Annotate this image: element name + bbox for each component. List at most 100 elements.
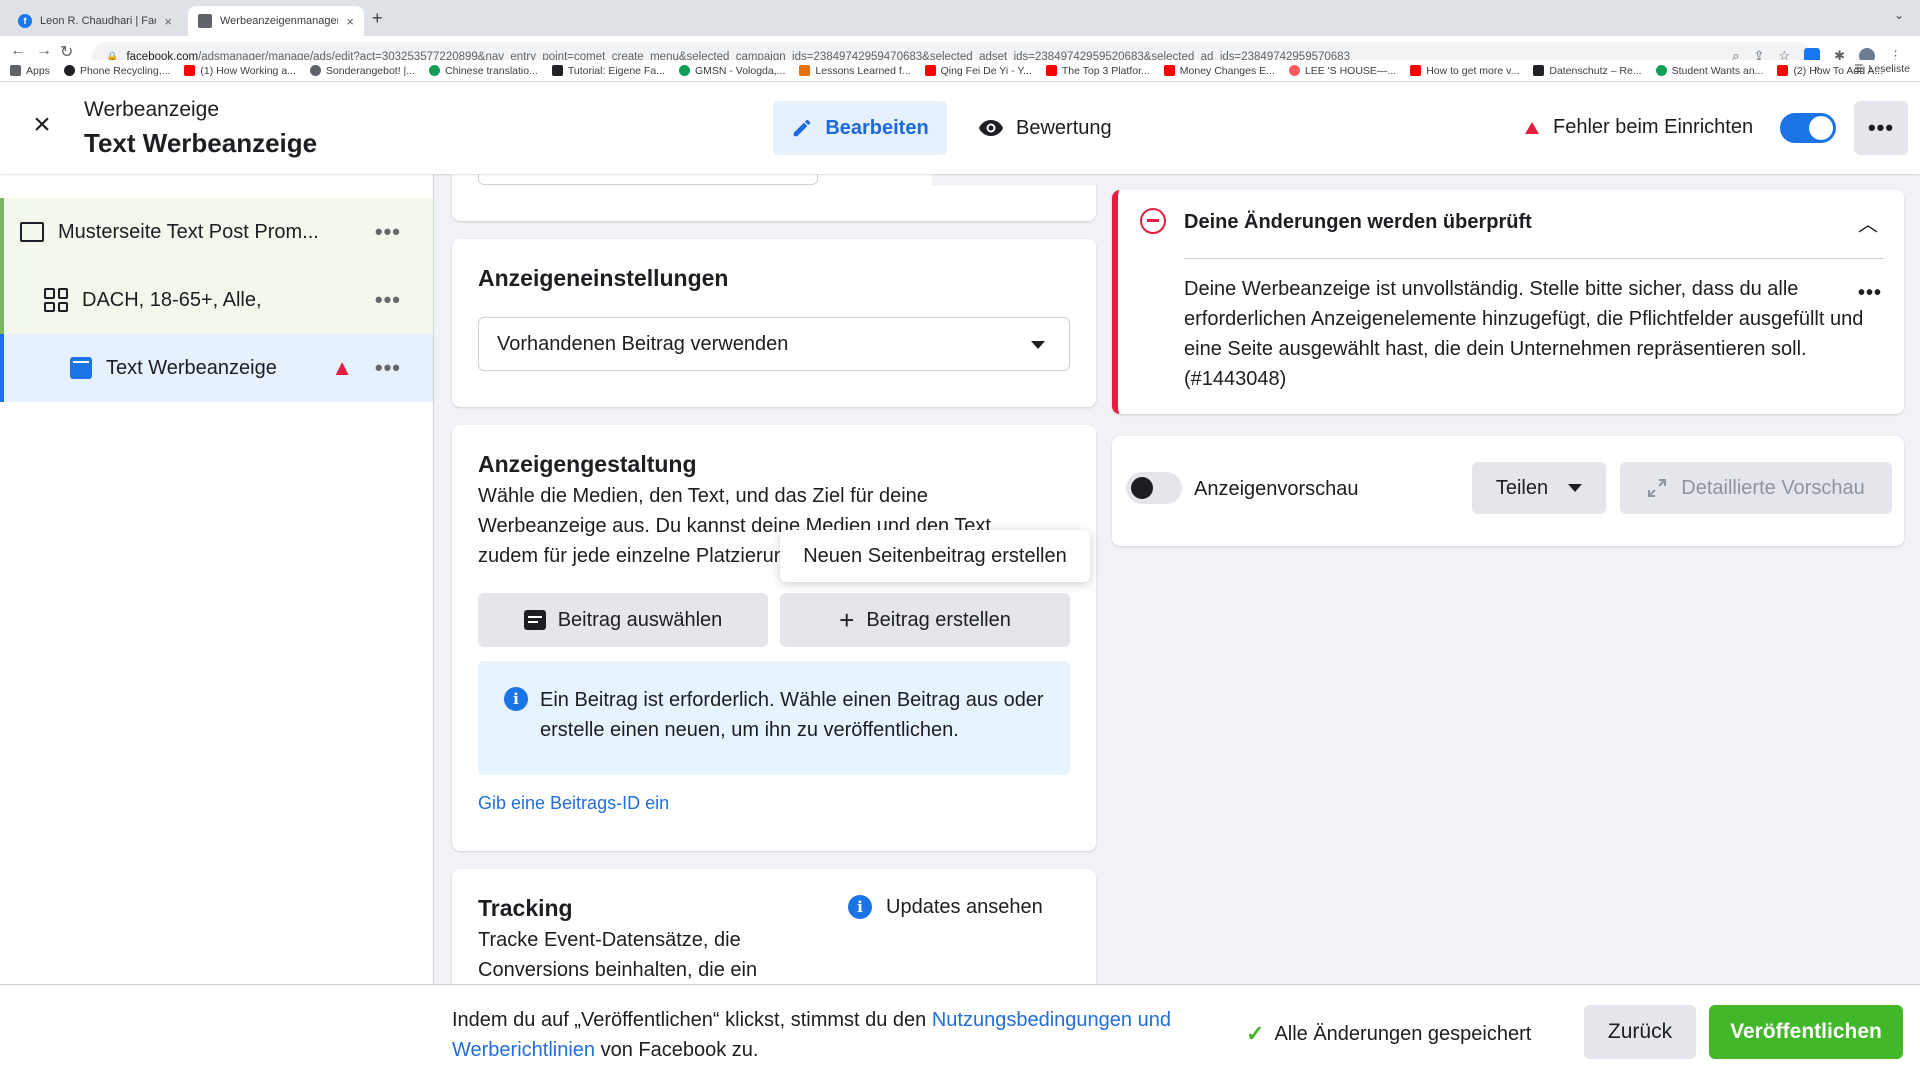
check-icon: ✓ (1246, 1021, 1265, 1046)
pencil-icon (794, 119, 811, 137)
info-icon: i (848, 895, 872, 919)
bookmark[interactable]: The Top 3 Platfor... (1045, 64, 1150, 77)
bookmark[interactable]: Qing Fei De Yi - Y... (924, 64, 1032, 77)
more-options-button[interactable]: ••• (1854, 101, 1908, 155)
page-title: Text Werbeanzeige (84, 128, 318, 158)
setup-error-status[interactable]: Fehler beim Einrichten (1525, 116, 1753, 139)
back-button[interactable]: Zurück (1584, 1005, 1696, 1059)
bookmark-label: The Top 3 Platfor... (1061, 64, 1150, 77)
saved-label: Alle Änderungen gespeichert (1274, 1022, 1532, 1045)
structure-sidebar: Musterseite Text Post Prom... ••• DACH, … (0, 174, 434, 984)
forward-arrow-icon[interactable]: → (36, 42, 52, 60)
bookmark-icon (1533, 65, 1545, 76)
youtube-icon (1163, 65, 1175, 76)
error-title: Deine Änderungen werden überprüft (1184, 211, 1532, 233)
section-title: Tracking (478, 895, 573, 921)
bookmark[interactable]: Phone Recycling,... (63, 64, 171, 77)
select-value: Vorhandenen Beitrag verwenden (497, 332, 789, 355)
tab-title: Leon R. Chaudhari | Facebook (40, 15, 156, 27)
bookmark[interactable]: Apps (10, 65, 50, 77)
new-tab-icon[interactable]: + (372, 8, 383, 29)
review-button[interactable]: Bewertung (972, 101, 1132, 155)
browser-tab[interactable]: f Leon R. Chaudhari | Facebook × (8, 6, 182, 36)
bookmark-icon (799, 65, 811, 76)
airbnb-icon (1288, 65, 1300, 76)
back-arrow-icon[interactable]: ← (10, 42, 26, 60)
more-icon[interactable]: ••• (375, 355, 401, 381)
close-tab-icon[interactable]: × (346, 14, 354, 29)
app-header: × Werbeanzeige Text Werbeanzeige Bearbei… (0, 82, 1920, 174)
browser-tab-bar: f Leon R. Chaudhari | Facebook × Werbean… (0, 0, 1920, 36)
section-title: Anzeigeneinstellungen (478, 265, 729, 291)
youtube-icon (924, 65, 936, 76)
browser-tab-active[interactable]: Werbeanzeigenmanager - Wer × (188, 6, 364, 36)
more-icon[interactable]: ••• (375, 219, 401, 245)
ad-icon (70, 357, 92, 379)
bookmark[interactable]: (1) How Working a... (184, 65, 296, 77)
folder-icon (20, 222, 44, 242)
terms-prefix: Indem du auf „Veröffentlichen“ klickst, … (452, 1009, 932, 1031)
terms-suffix: von Facebook zu. (595, 1039, 759, 1061)
bookmark[interactable]: GMSN - Vologda,... (678, 65, 785, 77)
ad-settings-card: Anzeigeneinstellungen Vorhandenen Beitra… (452, 239, 1096, 407)
ad-preview-card: Anzeigenvorschau Teilen Detaillierte Vor… (1112, 436, 1904, 546)
bookmark[interactable]: Chinese translatio... (429, 65, 538, 77)
warning-icon (1525, 121, 1539, 134)
bookmark[interactable]: Lessons Learned f... (799, 65, 911, 77)
bookmark[interactable]: How to get more v... (1410, 65, 1519, 77)
bookmark[interactable]: Datenschutz – Re... (1533, 64, 1642, 77)
tab-search-icon[interactable]: ⌄ (1894, 8, 1904, 22)
close-tab-icon[interactable]: × (164, 14, 172, 29)
error-message: Deine Werbeanzeige ist unvollständig. St… (1184, 278, 1864, 390)
bookmark-label: How to get more v... (1426, 64, 1520, 77)
view-updates-link[interactable]: i Updates ansehen (848, 895, 1043, 919)
terms-text: Indem du auf „Veröffentlichen“ klickst, … (452, 1005, 1242, 1065)
info-text: Ein Beitrag ist erforderlich. Wähle eine… (540, 689, 1044, 741)
bookmark[interactable]: LEE 'S HOUSE—... (1288, 64, 1397, 77)
bookmark[interactable]: Sonderangebot! |... (309, 65, 415, 77)
post-source-select[interactable]: Vorhandenen Beitrag verwenden (478, 317, 1070, 371)
bookmark-label: Student Wants an... (1671, 64, 1764, 77)
error-minus-icon (1140, 208, 1166, 234)
bookmark-label: Qing Fei De Yi - Y... (940, 64, 1032, 77)
bookmark[interactable]: Student Wants an... (1655, 64, 1764, 77)
more-bookmarks-icon[interactable]: » (1814, 63, 1820, 75)
info-icon: i (504, 687, 528, 711)
bookmark-icon (63, 65, 75, 76)
bookmark-label: Datenschutz – Re... (1549, 64, 1642, 77)
warning-icon: ▲ (331, 355, 353, 380)
chevron-up-icon[interactable]: ︿ (1858, 208, 1878, 237)
bookmark-label: Apps (26, 64, 50, 77)
share-label: Teilen (1495, 476, 1549, 499)
create-post-button[interactable]: + Beitrag erstellen (780, 593, 1070, 647)
apps-icon (10, 65, 21, 76)
reading-list-icon: ☰ (1854, 63, 1864, 75)
reload-icon[interactable]: ↻ (60, 42, 73, 62)
more-icon[interactable]: ••• (1858, 282, 1882, 305)
youtube-icon (1410, 65, 1422, 76)
close-icon[interactable]: × (26, 110, 58, 142)
enter-post-id-link[interactable]: Gib eine Beitrags-ID ein (478, 793, 669, 814)
detailed-preview-button[interactable]: Detaillierte Vorschau (1620, 462, 1892, 514)
bookmark[interactable]: Tutorial: Eigene Fa... (551, 65, 665, 77)
bookmark-label: LEE 'S HOUSE—... (1304, 64, 1397, 77)
bookmark-label: Money Changes E... (1179, 64, 1275, 77)
bookmark-icon (429, 65, 441, 76)
sidebar-item-ad[interactable]: Text Werbeanzeige ▲ ••• (0, 334, 433, 402)
preview-toggle[interactable] (1126, 472, 1182, 504)
expand-icon (1648, 479, 1667, 497)
select-post-button[interactable]: Beitrag auswählen (478, 593, 768, 647)
youtube-icon (1045, 65, 1057, 76)
bookmark[interactable]: Money Changes E... (1163, 64, 1275, 77)
ad-active-toggle[interactable] (1780, 113, 1836, 143)
more-icon[interactable]: ••• (375, 287, 401, 313)
reading-list-label: Leseliste (1868, 63, 1910, 75)
edit-button[interactable]: Bearbeiten (773, 101, 947, 155)
publish-button[interactable]: Veröffentlichen (1709, 1005, 1903, 1059)
bookmark-label: Phone Recycling,... (79, 64, 171, 77)
reading-list[interactable]: ☰ Leseliste (1854, 63, 1910, 75)
share-button[interactable]: Teilen (1472, 462, 1606, 514)
bookmark-label: (1) How Working a... (200, 64, 296, 77)
sidebar-item-adset[interactable]: DACH, 18-65+, Alle, ••• (0, 266, 433, 334)
sidebar-item-campaign[interactable]: Musterseite Text Post Prom... ••• (0, 198, 433, 266)
